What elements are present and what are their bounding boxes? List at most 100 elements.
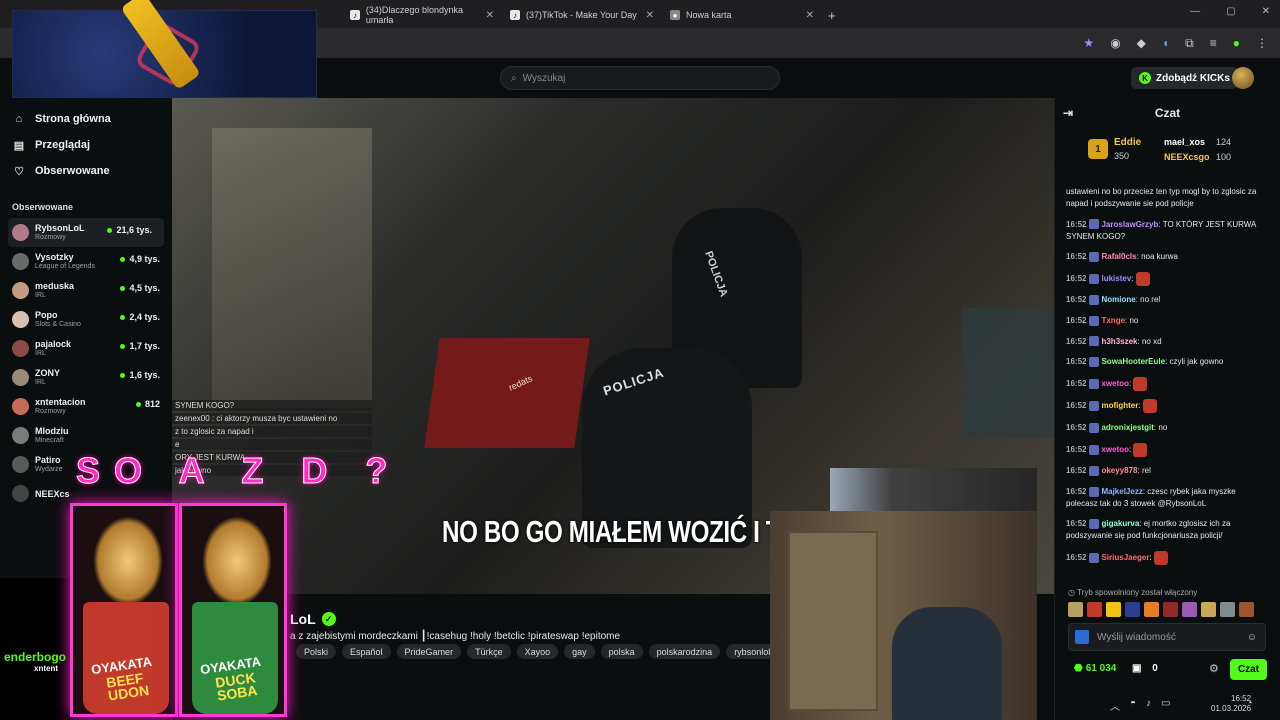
search-input[interactable]: ⌕ Wyszukaj	[500, 66, 780, 90]
message-username[interactable]: MajkelJezz	[1101, 487, 1142, 496]
sidebar-item-browse[interactable]: ▤ Przeglądaj	[0, 132, 172, 158]
extension-icon[interactable]: ◖	[1162, 36, 1169, 51]
profile-icon[interactable]: ●	[1233, 36, 1240, 51]
chat-input[interactable]: Wyślij wiadomość ☺	[1068, 623, 1266, 651]
close-icon[interactable]: ✕	[646, 10, 654, 21]
emote[interactable]	[1239, 602, 1254, 617]
streamer-name[interactable]: LoL ✓	[290, 611, 336, 627]
browser-tab[interactable]: ● Nowa karta ✕	[662, 4, 820, 26]
avatar[interactable]	[1232, 67, 1254, 89]
message-username[interactable]: gigakurva	[1101, 519, 1139, 528]
sidebar-channel[interactable]: meduska IRL 4,5 tys.	[0, 276, 172, 305]
message-username[interactable]: SowaHooterEule	[1101, 357, 1165, 366]
maximize-icon[interactable]: ▢	[1226, 6, 1235, 17]
stream-tag[interactable]: Polski	[296, 644, 337, 659]
chat-settings-icon[interactable]: ⚙	[1209, 662, 1219, 675]
sidebar-channel[interactable]: Popo Slots & Casino 2,4 tys.	[0, 305, 172, 334]
emote[interactable]	[1125, 602, 1140, 617]
new-tab-button[interactable]: +	[820, 4, 844, 26]
channel-name: pajalock	[35, 339, 72, 349]
display-icon[interactable]: ▭	[1161, 698, 1170, 713]
sidebar-item-label: Strona główna	[35, 113, 111, 125]
emote[interactable]	[1144, 602, 1159, 617]
stream-tag[interactable]: polskarodzina	[648, 644, 721, 659]
chevron-up-icon[interactable]: ︿	[1110, 698, 1120, 713]
stream-tag[interactable]: polska	[600, 644, 643, 659]
message-username[interactable]: okeyy878	[1101, 466, 1137, 475]
send-chat-button[interactable]: Czat	[1230, 659, 1267, 680]
sidebar-channel[interactable]: Vysotzky League of Legends 4,9 tys.	[0, 247, 172, 276]
emote[interactable]	[1220, 602, 1235, 617]
sidebar-channel[interactable]: xntentacion Rozmowy 812	[0, 392, 172, 421]
minimize-icon[interactable]: —	[1190, 6, 1200, 17]
chat-message: 16:52 JaroslawGrzyb: TO KTÓRY JEST KURWA …	[1066, 219, 1264, 243]
chat-command-icon[interactable]	[1075, 630, 1089, 644]
sidebar-item-home[interactable]: ⌂ Strona główna	[0, 106, 172, 132]
emote-bar	[1068, 602, 1254, 617]
message-username[interactable]: SiriusJaeger	[1101, 553, 1149, 562]
tiktok-icon: ♪	[510, 10, 520, 20]
viewer-count-value: 4,9 tys.	[129, 254, 160, 264]
collapse-chat-icon[interactable]: ⇥	[1063, 106, 1073, 120]
message-time: 16:52	[1066, 219, 1087, 229]
leaderboard-points: 124	[1216, 137, 1232, 147]
taskbar-clock[interactable]: 16:52 01.03.2026	[1211, 694, 1251, 714]
message-username[interactable]: adronixjestgit	[1101, 423, 1153, 432]
message-username[interactable]: h3h3szek	[1101, 337, 1137, 346]
leaderboard-name[interactable]: NEEXcsgo	[1164, 152, 1210, 162]
sidebar-channel[interactable]: pajalock IRL 1,7 tys.	[0, 334, 172, 363]
puzzle-icon[interactable]: ⧉	[1185, 36, 1194, 51]
emote[interactable]	[1182, 602, 1197, 617]
leaderboard-name[interactable]: Eddie	[1114, 137, 1141, 148]
extension-icon[interactable]: ◆	[1137, 36, 1146, 51]
sidebar-item-following[interactable]: ♡ Obserwowane	[0, 158, 172, 184]
sidebar-channel[interactable]: Mlodziu Minecraft	[0, 421, 172, 450]
star-icon[interactable]: ★	[1083, 36, 1094, 51]
message-username[interactable]: Txnge	[1101, 316, 1125, 325]
stream-tag[interactable]: Türkçe	[467, 644, 511, 659]
microphone-icon[interactable]: ♪	[1146, 698, 1151, 713]
avatar	[12, 456, 29, 473]
message-time: 16:52	[1066, 444, 1087, 454]
message-text: noa kurwa	[1141, 252, 1178, 262]
channel-category: League of Legends	[35, 263, 95, 270]
viewer-count-value: 812	[144, 399, 160, 409]
close-icon[interactable]: ✕	[486, 10, 494, 21]
emoji-icon[interactable]: ☺	[1247, 632, 1257, 643]
browser-tab[interactable]: ♪ (37)TikTok - Make Your Day ✕	[502, 4, 660, 26]
extension-icon[interactable]: ◉	[1110, 36, 1120, 51]
close-window-icon[interactable]: ✕	[1262, 6, 1270, 17]
tiktok-icon: ♪	[350, 10, 360, 20]
message-username[interactable]: Nomione	[1101, 295, 1135, 304]
sidebar-channel[interactable]: RybsonLoL Rozmowy 21,6 tys.	[8, 218, 164, 247]
emote[interactable]	[1201, 602, 1216, 617]
menu-icon[interactable]: ⋮	[1256, 36, 1268, 51]
noodles-image	[93, 516, 163, 606]
chest-counter[interactable]: ▣ 0	[1132, 663, 1158, 674]
stream-tag[interactable]: gay	[564, 644, 595, 659]
message-username[interactable]: xwetoo	[1101, 379, 1129, 388]
stream-tag[interactable]: Español	[342, 644, 391, 659]
media-icon[interactable]: ≡	[1210, 36, 1217, 51]
emote[interactable]	[1087, 602, 1102, 617]
message-username[interactable]: lukistev	[1101, 274, 1131, 283]
emote[interactable]	[1068, 602, 1083, 617]
message-time: 16:52	[1066, 315, 1087, 325]
message-username[interactable]: Rafal0cls	[1101, 252, 1136, 261]
emote[interactable]	[1106, 602, 1121, 617]
chat-message: 16:52 Rafal0cls: noa kurwa	[1066, 251, 1264, 263]
message-username[interactable]: JaroslawGrzyb	[1101, 220, 1158, 229]
channel-points[interactable]: ⬣ 61 034	[1074, 663, 1116, 674]
message-username[interactable]: mofighter	[1101, 401, 1138, 410]
message-username[interactable]: xwetoo	[1101, 445, 1129, 454]
stream-tag[interactable]: PrideGamer	[396, 644, 462, 659]
tray-app-icon[interactable]: ◓	[1130, 698, 1136, 713]
message-time: 16:52	[1066, 519, 1087, 529]
stream-tag[interactable]: Xayoo	[516, 644, 559, 659]
sidebar-channel[interactable]: ZONY IRL 1,6 tys.	[0, 363, 172, 392]
get-kicks-button[interactable]: K Zdobądź KICKs	[1131, 67, 1238, 89]
browser-tab[interactable]: ♪ (34)Dlaczego blondynka umarła ✕	[342, 4, 500, 26]
close-icon[interactable]: ✕	[806, 10, 814, 21]
leaderboard-name[interactable]: mael_xos	[1164, 137, 1205, 147]
emote[interactable]	[1163, 602, 1178, 617]
